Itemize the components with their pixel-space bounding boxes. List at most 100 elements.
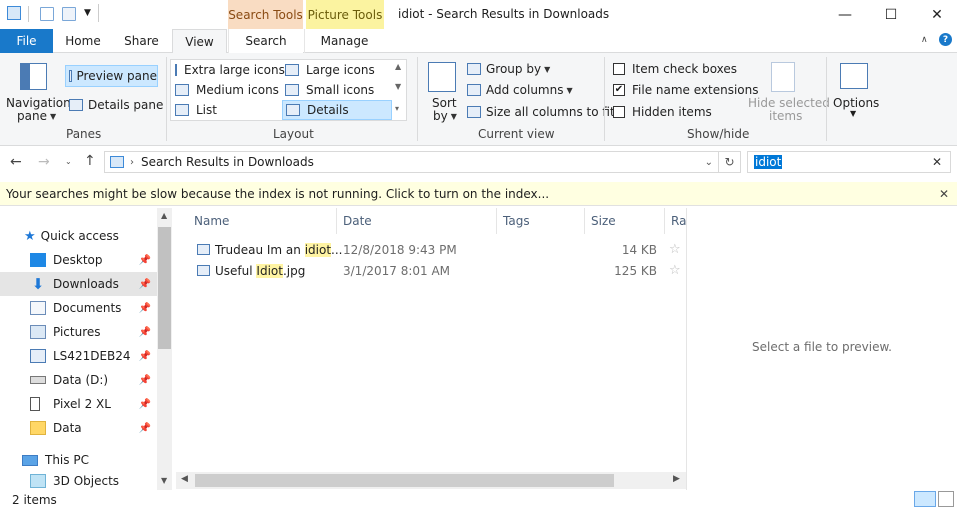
table-row[interactable]: Useful Idiot.jpg 3/1/2017 8:01 AM 125 KB… — [176, 260, 686, 281]
large-icons-view-icon[interactable] — [938, 491, 954, 507]
up-arrow-icon[interactable]: ↑ — [84, 153, 96, 169]
nav-this-pc[interactable]: This PC — [0, 448, 157, 472]
layout-medium-icons[interactable]: Medium icons — [172, 80, 280, 100]
column-header-name[interactable]: Name — [188, 208, 337, 234]
preview-message: Select a file to preview. — [752, 340, 892, 354]
layout-extra-large-icons[interactable]: Extra large icons — [172, 60, 285, 80]
column-header-date[interactable]: Date — [337, 208, 497, 234]
table-row[interactable]: Trudeau Im an idiot... 12/8/2018 9:43 PM… — [176, 239, 686, 260]
tab-file[interactable]: File — [0, 29, 53, 53]
scroll-right-icon[interactable]: ▶ — [673, 474, 680, 484]
preview-pane-button[interactable]: Preview pane — [65, 65, 158, 87]
nav-quick-access[interactable]: ★ Quick access — [0, 224, 157, 248]
column-header-rating[interactable]: Ra — [665, 208, 686, 234]
close-infobar-icon[interactable]: ✕ — [939, 187, 949, 201]
sort-by-button[interactable]: Sort — [432, 96, 457, 110]
navigation-pane-button-line2[interactable]: pane ▼ — [17, 109, 56, 123]
nav-item-desktop[interactable]: Desktop 📌 — [0, 248, 157, 272]
layout-large-icons[interactable]: Large icons — [282, 60, 392, 80]
file-name-extensions-checkbox[interactable]: ✔ — [613, 84, 625, 96]
rating-star-icon[interactable]: ☆ — [669, 263, 681, 278]
rating-star-icon[interactable]: ☆ — [669, 242, 681, 257]
navigation-pane-button[interactable]: Navigation — [6, 96, 71, 110]
chevron-down-icon: ▼ — [49, 111, 57, 121]
sort-by-button-line2[interactable]: by ▼ — [433, 109, 457, 123]
group-by-button[interactable]: Group by ▼ — [467, 60, 550, 78]
sort-by-icon[interactable] — [428, 62, 456, 92]
index-info-bar[interactable]: Your searches might be slow because the … — [0, 182, 957, 206]
qat-dropdown-icon[interactable]: ▼ — [84, 8, 91, 18]
layout-details[interactable]: Details — [282, 100, 392, 120]
minimize-button[interactable]: — — [822, 0, 868, 29]
address-path[interactable]: Search Results in Downloads — [141, 155, 314, 169]
gallery-more-icon[interactable]: ▾ — [395, 104, 399, 113]
hidden-items-label: Hidden items — [632, 105, 712, 119]
layout-list[interactable]: List — [172, 100, 280, 120]
nav-item-data-d[interactable]: Data (D:) 📌 — [0, 368, 157, 392]
back-arrow-icon[interactable]: ← — [10, 154, 22, 170]
file-name[interactable]: Trudeau Im an idiot... — [215, 242, 343, 257]
pin-icon: 📌 — [138, 302, 151, 314]
file-name[interactable]: Useful Idiot.jpg — [215, 263, 305, 278]
file-name-extensions-toggle[interactable]: ✔ File name extensions — [613, 81, 759, 99]
search-value[interactable]: idiot — [754, 155, 783, 169]
layout-group-label: Layout — [273, 127, 314, 141]
hide-selected-button[interactable]: Hide selected — [748, 96, 830, 110]
tab-view[interactable]: View — [172, 29, 227, 54]
hidden-items-checkbox[interactable] — [613, 106, 625, 118]
hidden-items-toggle[interactable]: Hidden items — [613, 103, 712, 121]
options-icon[interactable] — [840, 63, 868, 89]
nav-item-label: LS421DEB24 — [53, 349, 131, 363]
search-results-folder-icon — [110, 156, 124, 168]
size-all-columns-button[interactable]: Size all columns to fit — [467, 103, 615, 121]
gallery-down-icon[interactable]: ▼ — [395, 82, 401, 91]
close-button[interactable]: ✕ — [914, 0, 957, 29]
nav-item-data[interactable]: Data 📌 — [0, 416, 157, 440]
gallery-up-icon[interactable]: ▲ — [395, 62, 401, 71]
layout-small-icons[interactable]: Small icons — [282, 80, 392, 100]
add-columns-button[interactable]: Add columns ▼ — [467, 81, 573, 99]
item-check-boxes-checkbox[interactable] — [613, 63, 625, 75]
preview-pane-icon — [69, 70, 72, 82]
tab-manage[interactable]: Manage — [304, 29, 384, 53]
options-button[interactable]: Options — [833, 96, 879, 110]
help-icon[interactable]: ? — [939, 33, 952, 46]
scroll-left-icon[interactable]: ◀ — [181, 474, 188, 484]
address-bar[interactable]: › Search Results in Downloads ⌄ — [104, 151, 719, 173]
pin-icon: 📌 — [138, 326, 151, 338]
maximize-button[interactable]: ☐ — [868, 0, 914, 29]
clear-search-icon[interactable]: ✕ — [932, 155, 942, 169]
nav-item-ls421deb24[interactable]: LS421DEB24 📌 — [0, 344, 157, 368]
nav-item-documents[interactable]: Documents 📌 — [0, 296, 157, 320]
tab-search[interactable]: Search — [228, 29, 303, 53]
info-bar-message[interactable]: Your searches might be slow because the … — [0, 187, 549, 201]
nav-item-pictures[interactable]: Pictures 📌 — [0, 320, 157, 344]
new-folder-icon[interactable] — [62, 7, 76, 21]
nav-item-downloads[interactable]: ⬇ Downloads 📌 — [0, 272, 157, 296]
size-columns-icon — [467, 106, 481, 118]
chevron-down-icon[interactable]: ▼ — [850, 109, 856, 118]
tab-share[interactable]: Share — [113, 29, 170, 53]
ribbon-collapse-icon[interactable]: ∧ — [921, 35, 928, 45]
navigation-pane-icon[interactable] — [20, 63, 47, 90]
nav-3d-objects[interactable]: 3D Objects — [0, 472, 157, 490]
nav-scrollbar-thumb[interactable] — [158, 227, 171, 349]
properties-icon[interactable] — [40, 7, 54, 21]
item-check-boxes-toggle[interactable]: Item check boxes — [613, 60, 737, 78]
details-pane-button[interactable]: Details pane — [66, 95, 163, 115]
recent-locations-icon[interactable]: ⌄ — [65, 157, 72, 166]
scroll-up-icon[interactable]: ▲ — [161, 211, 167, 220]
tab-home[interactable]: Home — [55, 29, 111, 53]
details-view-icon[interactable] — [914, 491, 936, 507]
search-input[interactable]: idiot ✕ — [747, 151, 951, 173]
refresh-button[interactable]: ↻ — [719, 151, 741, 173]
horizontal-scrollbar-thumb[interactable] — [195, 474, 614, 487]
column-header-size[interactable]: Size — [585, 208, 665, 234]
forward-arrow-icon[interactable]: → — [38, 154, 50, 170]
column-header-tags[interactable]: Tags — [497, 208, 585, 234]
extra-large-icons-icon — [175, 64, 177, 76]
breadcrumb-chevron-icon[interactable]: › — [130, 157, 134, 168]
scroll-down-icon[interactable]: ▼ — [161, 476, 167, 485]
nav-item-pixel-2-xl[interactable]: Pixel 2 XL 📌 — [0, 392, 157, 416]
address-dropdown-icon[interactable]: ⌄ — [705, 157, 713, 168]
